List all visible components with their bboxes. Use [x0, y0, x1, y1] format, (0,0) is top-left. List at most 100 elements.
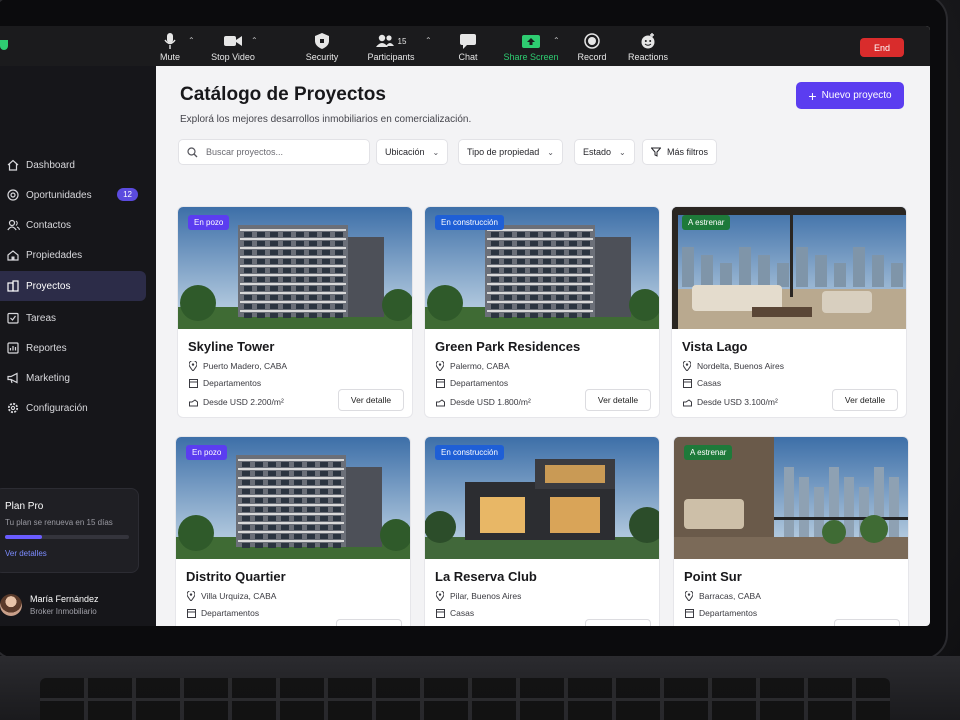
view-detail-button[interactable]: Ver detalle — [585, 619, 651, 626]
project-card[interactable]: En pozo Skyline Tower Puerto Madero, CABA D… — [177, 206, 413, 418]
sidebar-item-label: Configuración — [26, 402, 88, 414]
chat-label: Chat — [458, 52, 478, 62]
project-title[interactable]: Green Park Residences — [435, 339, 580, 354]
security-label: Security — [305, 52, 339, 62]
mute-options-caret-icon[interactable]: ⌃ — [188, 36, 195, 45]
location-pin-icon — [188, 361, 198, 371]
end-meeting-button[interactable]: End — [860, 38, 904, 57]
price-text: Desde USD 3.100/m² — [697, 397, 778, 407]
building-icon — [684, 608, 694, 618]
location-pin-icon — [682, 361, 692, 371]
new-project-button[interactable]: + Nuevo proyecto — [796, 82, 904, 109]
sidebar-item-marketing[interactable]: Marketing — [0, 363, 146, 393]
project-type: Departamentos — [188, 378, 261, 388]
reactions-icon — [641, 33, 655, 49]
sidebar-item-label: Contactos — [26, 219, 72, 231]
project-card[interactable]: En construcción La Reserva Club Pilar, Bue… — [424, 436, 660, 626]
search-input[interactable]: Buscar proyectos... — [178, 139, 370, 165]
plan-card: Plan Pro Tu plan se renueva en 15 días V… — [0, 488, 139, 573]
project-location: Palermo, CABA — [435, 361, 510, 371]
status-badge: En pozo — [188, 215, 230, 230]
plan-title: Plan Pro — [5, 501, 44, 512]
project-card[interactable]: En pozo Distrito Quartier Villa Urquiza, C… — [175, 436, 411, 626]
sidebar-item-label: Oportunidades — [26, 189, 92, 201]
building-icon — [435, 378, 445, 388]
contacts-icon — [6, 218, 20, 232]
sidebar-item-oportunidades[interactable]: Oportunidades 12 — [0, 180, 146, 210]
filter-label: Más filtros — [667, 147, 709, 157]
video-camera-icon — [224, 36, 242, 46]
sidebar-item-dashboard[interactable]: Dashboard — [0, 150, 146, 180]
sidebar-item-propiedades[interactable]: Propiedades — [0, 240, 146, 270]
project-title[interactable]: La Reserva Club — [435, 569, 537, 584]
project-title[interactable]: Distrito Quartier — [186, 569, 286, 584]
status-badge: A estrenar — [682, 215, 731, 230]
zoom-participants-button[interactable]: 15 Participants — [356, 31, 426, 62]
project-card[interactable]: A estrenar Point Sur Barracas, CABA Departa… — [673, 436, 909, 626]
sidebar-item-label: Dashboard — [26, 159, 75, 171]
project-type: Casas — [682, 378, 721, 388]
status-badge: En construcción — [435, 445, 504, 460]
chevron-down-icon: ⌄ — [619, 147, 626, 157]
sidebar-item-label: Propiedades — [26, 249, 83, 261]
zoom-toolbar: Mute ⌃ Stop Video ⌃ Security 15 Particip… — [0, 26, 930, 66]
location-text: Nordelta, Buenos Aires — [697, 361, 784, 371]
zoom-reactions-button[interactable]: Reactions — [613, 31, 683, 62]
plan-progress-fill — [5, 535, 43, 539]
sidebar-item-contactos[interactable]: Contactos — [0, 210, 146, 240]
project-title[interactable]: Skyline Tower — [188, 339, 274, 354]
project-title[interactable]: Point Sur — [684, 569, 742, 584]
status-badge: A estrenar — [684, 445, 733, 460]
gear-icon — [6, 401, 20, 415]
view-detail-button[interactable]: Ver detalle — [338, 389, 404, 411]
building-icon — [186, 608, 196, 618]
location-text: Villa Urquiza, CABA — [201, 591, 277, 601]
keyboard-row — [40, 698, 890, 701]
buildings-icon — [6, 279, 20, 293]
plan-renewal-text: Tu plan se renueva en 15 días — [5, 518, 113, 527]
share-screen-label: Share Screen — [503, 52, 559, 62]
plan-details-link[interactable]: Ver detalles — [5, 549, 138, 558]
location-text: Pilar, Buenos Aires — [450, 591, 522, 601]
view-detail-button[interactable]: Ver detalle — [834, 619, 900, 626]
project-type: Departamentos — [684, 608, 757, 618]
house-icon — [435, 608, 445, 618]
share-screen-icon — [522, 34, 540, 48]
zoom-chat-button[interactable]: Chat — [433, 31, 503, 62]
sidebar-item-label: Tareas — [26, 312, 57, 324]
sidebar-item-proyectos[interactable]: Proyectos — [0, 271, 146, 301]
filter-estado-dropdown[interactable]: Estado ⌄ — [574, 139, 635, 165]
video-options-caret-icon[interactable]: ⌃ — [251, 36, 258, 45]
view-detail-button[interactable]: Ver detalle — [832, 389, 898, 411]
location-text: Palermo, CABA — [450, 361, 510, 371]
user-role: Broker Inmobiliario — [30, 607, 97, 616]
filter-ubicacion-dropdown[interactable]: Ubicación ⌄ — [376, 139, 449, 165]
project-price: Desde USD 2.200/m² — [188, 397, 284, 407]
project-location: Pilar, Buenos Aires — [435, 591, 521, 601]
sidebar-item-reportes[interactable]: Reportes — [0, 333, 146, 363]
project-card[interactable]: En construcción Green Park Residences Pale… — [424, 206, 660, 418]
shield-icon — [315, 33, 329, 49]
participants-options-caret-icon[interactable]: ⌃ — [425, 36, 432, 45]
home-icon — [6, 158, 20, 172]
megaphone-icon — [6, 371, 20, 385]
status-badge: En construcción — [435, 215, 504, 230]
more-filters-button[interactable]: Más filtros — [642, 139, 718, 165]
zoom-security-button[interactable]: Security — [287, 31, 357, 62]
filter-tipo-propiedad-dropdown[interactable]: Tipo de propiedad ⌄ — [458, 139, 563, 165]
project-location: Villa Urquiza, CABA — [186, 591, 276, 601]
view-detail-button[interactable]: Ver detalle — [336, 619, 402, 626]
view-detail-button[interactable]: Ver detalle — [585, 389, 651, 411]
project-title[interactable]: Vista Lago — [682, 339, 748, 354]
project-type: Casas — [435, 608, 474, 618]
sidebar-item-configuracion[interactable]: Configuración — [0, 393, 146, 423]
tasks-icon — [6, 311, 20, 325]
new-project-label: Nuevo proyecto — [821, 90, 892, 101]
microphone-icon — [164, 33, 176, 49]
search-placeholder: Buscar proyectos... — [206, 147, 284, 157]
sidebar-item-tareas[interactable]: Tareas — [0, 303, 146, 333]
user-profile[interactable]: María Fernández Broker Inmobiliario — [0, 588, 150, 622]
project-card[interactable]: A estrenar Vista Lago Nordelta, Buenos Air… — [671, 206, 907, 418]
location-pin-icon — [435, 591, 445, 601]
plan-progress-bar — [5, 535, 129, 539]
